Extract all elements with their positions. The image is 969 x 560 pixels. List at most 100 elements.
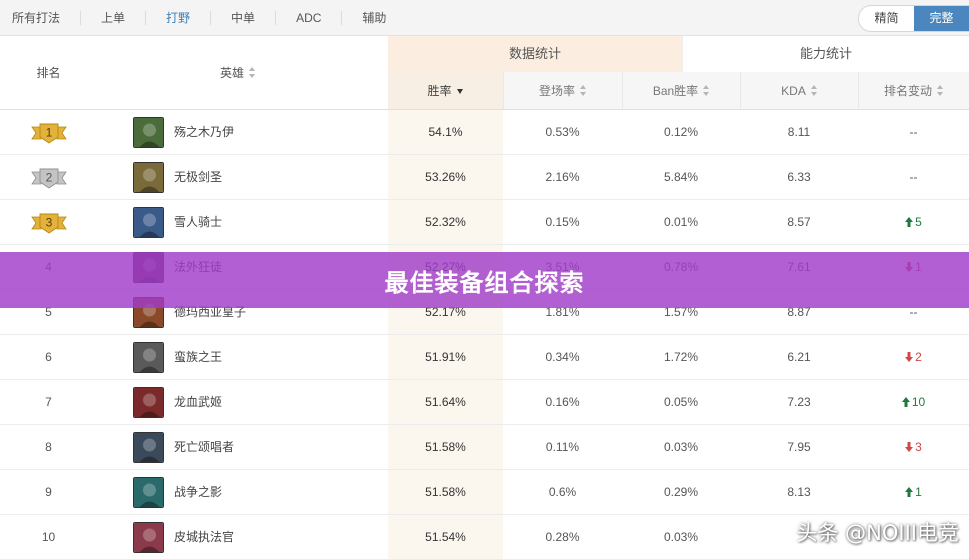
arrow-down-icon	[905, 441, 914, 452]
tab-top[interactable]: 上单	[80, 11, 145, 25]
winrate-cell: 51.58%	[425, 485, 466, 499]
sort-icon[interactable]	[703, 85, 710, 97]
data-stats-group[interactable]: 数据统计	[388, 36, 682, 72]
hero-cell[interactable]: 无极剑圣	[133, 155, 383, 200]
table-row[interactable]: 8 死亡颂唱者 51.58% 0.11% 0.03% 7.95 3	[0, 425, 969, 470]
vi-portrait-icon[interactable]	[133, 522, 164, 553]
table-row[interactable]: 9 战争之影 51.58% 0.6% 0.29% 8.13 1	[0, 470, 969, 515]
winrate-header[interactable]: 胜率	[388, 72, 503, 110]
pickrate-cell: 0.28%	[545, 530, 580, 544]
rank-cell: 6	[45, 350, 52, 364]
rank-cell: 10	[41, 530, 56, 544]
arrow-down-icon	[905, 351, 914, 362]
rank-change-header[interactable]: 排名变动	[858, 72, 969, 110]
top-bar: 所有打法 上单 打野 中单 ADC 辅助 精简 完整	[0, 0, 969, 36]
hero-cell[interactable]: 战争之影	[133, 470, 383, 515]
pickrate-cell: 0.6%	[548, 485, 577, 499]
table-row[interactable]: 3 雪人骑士 52.32% 0.15% 0.01% 8.57 5	[0, 200, 969, 245]
pickrate-cell: 0.16%	[545, 395, 580, 409]
kda-cell: 6.21	[787, 350, 811, 364]
pickrate-cell: 0.15%	[545, 215, 580, 229]
rank-cell: 3	[0, 200, 97, 245]
rank-change-cell: 3	[858, 425, 969, 470]
kda-header-label: KDA	[781, 84, 806, 98]
table-row[interactable]: 7 龙血武姬 51.64% 0.16% 0.05% 7.23 10	[0, 380, 969, 425]
hero-name[interactable]: 龙血武姬	[174, 380, 222, 425]
pickrate-cell: 0.11%	[545, 440, 580, 454]
banrate-cell: 0.01%	[663, 215, 699, 229]
hero-name[interactable]: 殇之木乃伊	[174, 110, 234, 155]
hero-header-label: 英雄	[219, 66, 244, 80]
rank-change-value: 10	[911, 395, 926, 409]
watermark: 头条 @NOIII电竞	[796, 521, 960, 545]
table-row[interactable]: 1 殇之木乃伊 54.1% 0.53% 0.12% 8.11 --	[0, 110, 969, 155]
hero-cell[interactable]: 皮城执法官	[133, 515, 383, 560]
hero-name[interactable]: 雪人骑士	[174, 200, 222, 245]
tryndamere-portrait-icon[interactable]	[133, 342, 164, 373]
kda-cell: 8.13	[787, 485, 811, 499]
sort-icon[interactable]	[580, 85, 587, 97]
table-row[interactable]: 2 无极剑圣 53.26% 2.16% 5.84% 6.33 --	[0, 155, 969, 200]
kda-header[interactable]: KDA	[740, 72, 858, 110]
kda-cell: 8.57	[787, 215, 811, 229]
rank-change-cell: 2	[858, 335, 969, 380]
hero-name[interactable]: 战争之影	[174, 470, 222, 515]
banrate-cell: 0.12%	[663, 125, 699, 139]
rank-change-value: 1	[915, 485, 922, 499]
banrate-cell: 0.03%	[663, 530, 699, 544]
arrow-up-icon	[901, 396, 910, 407]
banrate-header[interactable]: Ban胜率	[622, 72, 740, 110]
table-row[interactable]: 6 蛮族之王 51.91% 0.34% 1.72% 6.21 2	[0, 335, 969, 380]
hero-name[interactable]: 皮城执法官	[174, 515, 234, 560]
banrate-cell: 0.05%	[663, 395, 699, 409]
rank-change-cell: --	[909, 125, 918, 139]
rank-medal-icon: 1	[31, 123, 67, 144]
sort-icon[interactable]	[937, 85, 944, 97]
shyvana-portrait-icon[interactable]	[133, 387, 164, 418]
hero-cell[interactable]: 死亡颂唱者	[133, 425, 383, 470]
ability-stats-group[interactable]: 能力统计	[682, 36, 969, 72]
hero-name[interactable]: 无极剑圣	[174, 155, 222, 200]
hero-cell[interactable]: 殇之木乃伊	[133, 110, 383, 155]
hero-name[interactable]: 死亡颂唱者	[174, 425, 234, 470]
rank-cell: 9	[45, 485, 52, 499]
tab-mid[interactable]: 中单	[210, 11, 275, 25]
rank-change-cell: 10	[858, 380, 969, 425]
karthus-portrait-icon[interactable]	[133, 432, 164, 463]
kda-cell: 8.11	[787, 125, 811, 139]
winrate-cell: 52.32%	[425, 215, 466, 229]
rank-change-value: 2	[915, 350, 922, 364]
tab-all-roles[interactable]: 所有打法	[0, 11, 80, 25]
simple-view-button[interactable]: 精简	[859, 6, 914, 31]
amumu-portrait-icon[interactable]	[133, 117, 164, 148]
winrate-header-label: 胜率	[427, 84, 452, 98]
hecarim-portrait-icon[interactable]	[133, 477, 164, 508]
tab-support[interactable]: 辅助	[341, 11, 406, 25]
sort-icon[interactable]	[810, 85, 818, 97]
kda-cell: 7.95	[787, 440, 811, 454]
role-tabs: 所有打法 上单 打野 中单 ADC 辅助	[0, 0, 406, 36]
arrow-up-icon	[905, 486, 914, 497]
title-banner: 最佳装备组合探索	[0, 252, 969, 308]
rank-cell: 8	[45, 440, 52, 454]
hero-header[interactable]: 英雄	[133, 36, 343, 110]
sort-icon[interactable]	[249, 67, 256, 79]
full-view-button[interactable]: 完整	[914, 6, 969, 31]
tab-adc[interactable]: ADC	[275, 11, 341, 25]
master-yi-portrait-icon[interactable]	[133, 162, 164, 193]
sort-desc-icon[interactable]	[456, 85, 464, 96]
arrow-up-icon	[905, 216, 914, 227]
rank-cell: 1	[0, 110, 97, 155]
pickrate-header[interactable]: 登场率	[503, 72, 622, 110]
rank-header-label: 排名	[36, 66, 61, 80]
tab-jungle[interactable]: 打野	[145, 11, 210, 25]
nunu-portrait-icon[interactable]	[133, 207, 164, 238]
hero-cell[interactable]: 蛮族之王	[133, 335, 383, 380]
hero-cell[interactable]: 雪人骑士	[133, 200, 383, 245]
rank-change-value: 3	[915, 440, 922, 454]
banrate-cell: 0.29%	[663, 485, 699, 499]
banrate-header-label: Ban胜率	[652, 84, 699, 98]
hero-cell[interactable]: 龙血武姬	[133, 380, 383, 425]
rank-cell: 7	[45, 395, 52, 409]
hero-name[interactable]: 蛮族之王	[174, 335, 222, 380]
